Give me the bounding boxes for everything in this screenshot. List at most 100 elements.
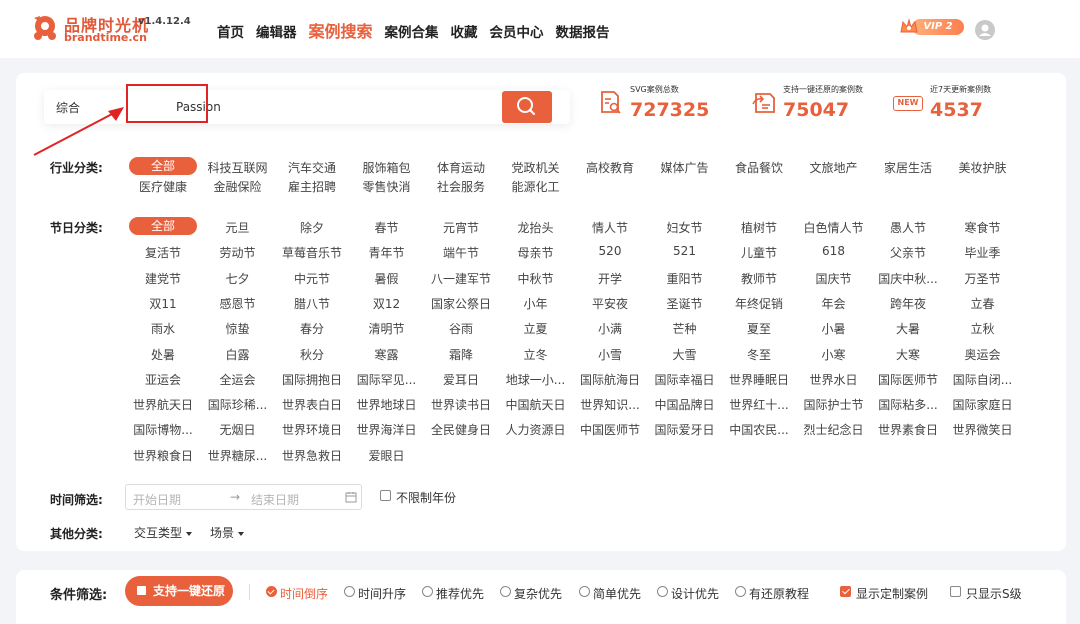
brand-logo[interactable]: 品牌时光机 v1.4.12.4 brandtime.cn [30, 10, 191, 46]
category-tag[interactable]: 国际罕见... [350, 371, 424, 388]
sort-option-label[interactable]: 推荐优先 [436, 585, 484, 602]
category-tag[interactable]: 食品餐饮 [722, 159, 796, 176]
category-tag[interactable]: 全运会 [201, 371, 275, 388]
sort-radio[interactable] [500, 586, 511, 597]
category-tag[interactable]: 零售快消 [350, 178, 424, 195]
sort-radio[interactable] [422, 586, 433, 597]
category-tag[interactable]: 中元节 [275, 270, 349, 287]
category-tag[interactable]: 春分 [275, 320, 349, 337]
category-tag[interactable]: 万圣节 [946, 270, 1020, 287]
sort-option-label[interactable]: 时间倒序 [280, 585, 328, 602]
date-range-picker[interactable]: 开始日期 → 结束日期 [125, 484, 362, 510]
category-tag[interactable]: 国际航海日 [573, 371, 647, 388]
category-tag[interactable]: 国家公祭日 [424, 295, 498, 312]
category-tag[interactable]: 七夕 [201, 270, 275, 287]
sort-option-label[interactable]: 复杂优先 [514, 585, 562, 602]
filter-checkbox[interactable] [950, 586, 961, 597]
nav-favorites[interactable]: 收藏 [451, 21, 478, 41]
category-tag[interactable]: 愚人节 [871, 219, 945, 236]
category-tag[interactable]: 服饰箱包 [350, 159, 424, 176]
start-date-input[interactable]: 开始日期 [133, 491, 181, 508]
category-tag[interactable]: 能源化工 [499, 178, 573, 195]
category-tag[interactable]: 国庆中秋... [871, 270, 945, 287]
category-tag[interactable]: 家居生活 [871, 159, 945, 176]
sort-radio[interactable] [344, 586, 355, 597]
category-tag[interactable]: 元旦 [201, 219, 275, 236]
category-tag[interactable]: 无烟日 [201, 421, 275, 438]
category-tag[interactable]: 情人节 [573, 219, 647, 236]
category-tag[interactable]: 亚运会 [126, 371, 200, 388]
category-tag[interactable]: 劳动节 [201, 244, 275, 261]
category-tag[interactable]: 感恩节 [201, 295, 275, 312]
category-tag[interactable]: 芒种 [648, 320, 722, 337]
category-tag[interactable]: 白露 [201, 346, 275, 363]
category-tag[interactable]: 体育运动 [424, 159, 498, 176]
category-tag[interactable]: 处暑 [126, 346, 200, 363]
category-tag[interactable]: 寒食节 [946, 219, 1020, 236]
category-tag[interactable]: 爱眼日 [350, 447, 424, 464]
category-tag[interactable]: 儿童节 [722, 244, 796, 261]
one-click-restore-button[interactable]: 支持一键还原 [125, 576, 233, 606]
category-tag[interactable]: 521 [648, 244, 722, 258]
category-tag[interactable]: 圣诞节 [648, 295, 722, 312]
category-tag[interactable]: 国庆节 [797, 270, 871, 287]
unlimited-year-checkbox[interactable] [380, 490, 391, 501]
category-tag[interactable]: 清明节 [350, 320, 424, 337]
category-tag[interactable]: 小寒 [797, 346, 871, 363]
sort-radio[interactable] [657, 586, 668, 597]
sort-option-label[interactable]: 简单优先 [593, 585, 641, 602]
category-tag[interactable]: 小雪 [573, 346, 647, 363]
category-tag[interactable]: 世界糖尿... [201, 447, 275, 464]
category-tag[interactable]: 暑假 [350, 270, 424, 287]
category-tag[interactable]: 世界睡眠日 [722, 371, 796, 388]
category-tag[interactable]: 媒体广告 [648, 159, 722, 176]
category-tag[interactable]: 父亲节 [871, 244, 945, 261]
category-tag[interactable]: 世界知识... [573, 396, 647, 413]
category-tag[interactable]: 世界粮食日 [126, 447, 200, 464]
category-tag[interactable]: 世界急救日 [275, 447, 349, 464]
category-tag[interactable]: 年会 [797, 295, 871, 312]
tag-all[interactable]: 全部 [129, 217, 197, 235]
category-tag[interactable]: 雇主招聘 [275, 178, 349, 195]
category-tag[interactable]: 世界表白日 [275, 396, 349, 413]
category-tag[interactable]: 国际粘多... [871, 396, 945, 413]
category-tag[interactable]: 复活节 [126, 244, 200, 261]
category-tag[interactable]: 世界水日 [797, 371, 871, 388]
category-tag[interactable]: 双11 [126, 295, 200, 312]
category-tag[interactable]: 八一建军节 [424, 270, 498, 287]
nav-home[interactable]: 首页 [217, 21, 244, 41]
category-tag[interactable]: 中国医师节 [573, 421, 647, 438]
category-tag[interactable]: 青年节 [350, 244, 424, 261]
nav-editor[interactable]: 编辑器 [256, 21, 297, 41]
category-tag[interactable]: 龙抬头 [499, 219, 573, 236]
category-tag[interactable]: 金融保险 [201, 178, 275, 195]
category-tag[interactable]: 中国品牌日 [648, 396, 722, 413]
category-tag[interactable]: 世界环境日 [275, 421, 349, 438]
interaction-type-dropdown[interactable]: 交互类型 [134, 524, 193, 541]
category-tag[interactable]: 国际护士节 [797, 396, 871, 413]
sort-option-label[interactable]: 有还原教程 [749, 585, 809, 602]
user-avatar[interactable] [975, 20, 995, 40]
sort-option-label[interactable]: 时间升序 [358, 585, 406, 602]
category-tag[interactable]: 小年 [499, 295, 573, 312]
category-tag[interactable]: 国际家庭日 [946, 396, 1020, 413]
category-tag[interactable]: 建党节 [126, 270, 200, 287]
category-tag[interactable]: 元宵节 [424, 219, 498, 236]
category-tag[interactable]: 地球一小... [499, 371, 573, 388]
category-tag[interactable]: 植树节 [722, 219, 796, 236]
category-tag[interactable]: 大寒 [871, 346, 945, 363]
category-tag[interactable]: 世界素食日 [871, 421, 945, 438]
nav-case-collection[interactable]: 案例合集 [385, 21, 439, 41]
category-tag[interactable]: 立春 [946, 295, 1020, 312]
category-tag[interactable]: 秋分 [275, 346, 349, 363]
category-tag[interactable]: 社会服务 [424, 178, 498, 195]
category-tag[interactable]: 世界读书日 [424, 396, 498, 413]
category-tag[interactable]: 中国航天日 [499, 396, 573, 413]
filter-checkbox-label[interactable]: 只显示S级 [966, 585, 1022, 602]
category-tag[interactable]: 中国农民... [722, 421, 796, 438]
category-tag[interactable]: 党政机关 [499, 159, 573, 176]
category-tag[interactable]: 惊蛰 [201, 320, 275, 337]
category-tag[interactable]: 人力资源日 [499, 421, 573, 438]
category-tag[interactable]: 重阳节 [648, 270, 722, 287]
category-tag[interactable]: 端午节 [424, 244, 498, 261]
